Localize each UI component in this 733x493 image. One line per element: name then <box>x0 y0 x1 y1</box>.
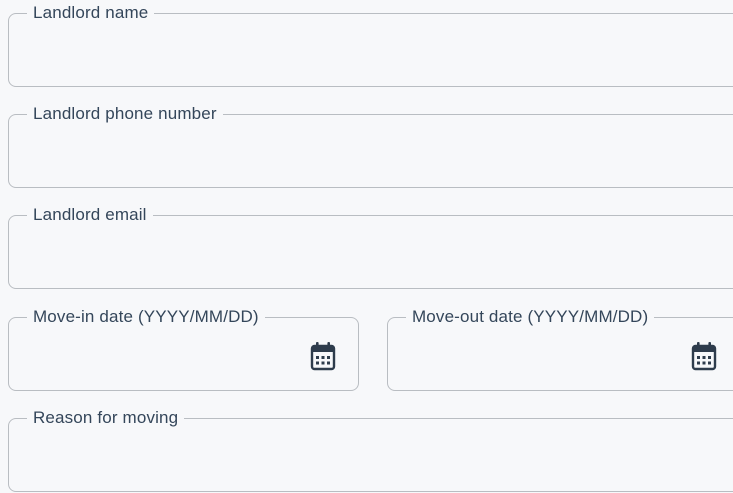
calendar-icon <box>691 342 717 371</box>
landlord-email-field[interactable]: Landlord email <box>8 204 733 289</box>
move-out-date-input[interactable] <box>404 340 687 368</box>
move-in-calendar-button[interactable] <box>308 340 338 372</box>
reason-for-moving-label: Reason for moving <box>27 407 185 429</box>
landlord-email-label: Landlord email <box>27 204 153 226</box>
move-in-date-input[interactable] <box>25 340 298 368</box>
landlord-name-field[interactable]: Landlord name <box>8 2 733 87</box>
landlord-phone-label: Landlord phone number <box>27 103 223 125</box>
landlord-phone-field[interactable]: Landlord phone number <box>8 103 733 188</box>
landlord-name-label: Landlord name <box>27 2 155 24</box>
move-in-date-field[interactable]: Move-in date (YYYY/MM/DD) <box>8 306 359 391</box>
landlord-phone-input[interactable] <box>25 137 687 165</box>
calendar-icon <box>310 342 336 371</box>
move-out-date-field[interactable]: Move-out date (YYYY/MM/DD) <box>387 306 733 391</box>
reason-for-moving-field[interactable]: Reason for moving <box>8 407 733 492</box>
move-out-date-label: Move-out date (YYYY/MM/DD) <box>406 306 655 328</box>
landlord-email-input[interactable] <box>25 238 687 266</box>
move-out-calendar-button[interactable] <box>689 340 719 372</box>
move-in-date-label: Move-in date (YYYY/MM/DD) <box>27 306 265 328</box>
landlord-name-input[interactable] <box>25 36 687 64</box>
reason-for-moving-input[interactable] <box>25 441 687 469</box>
